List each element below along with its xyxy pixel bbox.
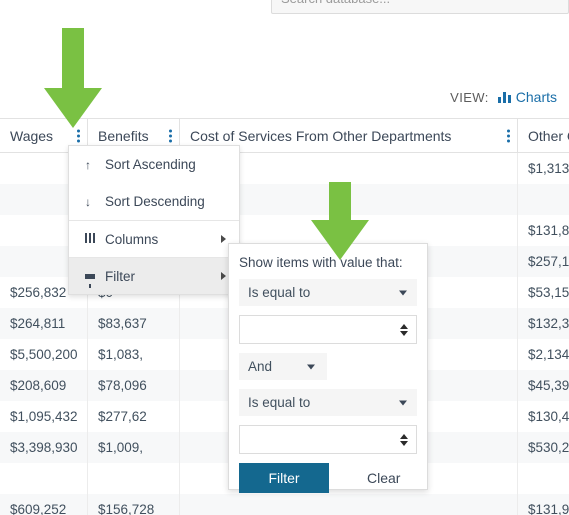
chevron-down-icon (399, 290, 407, 295)
chevron-down-icon (399, 400, 407, 405)
table-cell-benefits: $277,62 (88, 401, 180, 432)
filter-operator-2-select[interactable]: Is equal to (239, 389, 417, 416)
table-cell-wages: $3,398,930 (0, 432, 88, 463)
table-cell-wages: $264,811 (0, 308, 88, 339)
column-header-label: Cost of Services From Other Departments (190, 127, 452, 144)
table-cell-benefits: $78,096 (88, 370, 180, 401)
view-label: VIEW: (450, 89, 489, 105)
table-cell-benefits: $83,637 (88, 308, 180, 339)
table-row[interactable]: $609,252$156,728 $131,937 (0, 494, 569, 515)
search-clip-mask (271, 14, 569, 22)
filter-operator-1-select[interactable]: Is equal to (239, 279, 417, 306)
table-cell-benefits (88, 463, 180, 494)
table-cell-wages: $5,500,200 (0, 339, 88, 370)
filter-operator-1-value: Is equal to (248, 285, 311, 300)
menu-item-label: Columns (105, 231, 159, 247)
menu-item-filter[interactable]: Filter (69, 257, 239, 294)
funnel-icon (85, 269, 101, 288)
spinner-icon[interactable] (399, 323, 408, 336)
table-cell-benefits: $1,009, (88, 432, 180, 463)
menu-item-label: Filter (105, 268, 135, 284)
table-cell-wages: $208,609 (0, 370, 88, 401)
view-toolbar: VIEW: Charts (450, 89, 557, 105)
arrow-up-icon: ↑ (85, 157, 91, 172)
table-cell-other (518, 184, 569, 215)
search-placeholder: Search database... (281, 0, 390, 6)
kebab-menu-icon[interactable] (506, 127, 510, 144)
filter-value-2-input[interactable] (239, 425, 417, 454)
table-cell-other: $530,252 (528, 440, 569, 455)
annotation-arrow-down-filter (305, 182, 375, 260)
table-cell-other: $132,399 (528, 316, 569, 331)
table-cell-other: $53,150 (528, 285, 569, 300)
bar-chart-icon (497, 91, 511, 103)
filter-apply-button[interactable]: Filter (239, 463, 329, 493)
filter-operator-2-value: Is equal to (248, 395, 311, 410)
filter-logic-select[interactable]: And (239, 353, 327, 380)
table-cell-other: $45,393 (528, 378, 569, 393)
table-cell-other: $131,829 (528, 223, 569, 238)
annotation-arrow-down-menu (38, 28, 108, 128)
chevron-down-icon (307, 364, 315, 369)
kebab-menu-icon[interactable] (168, 127, 172, 144)
table-cell-wages: $1,095,432 (0, 401, 88, 432)
table-cell-benefits: $1,083, (88, 339, 180, 370)
table-cell-cost (180, 494, 518, 515)
menu-item-sort-descending[interactable]: ↓ Sort Descending (69, 183, 239, 220)
columns-icon (85, 232, 101, 246)
chevron-right-icon (221, 235, 226, 243)
spinner-icon[interactable] (399, 433, 408, 446)
menu-item-sort-ascending[interactable]: ↑ Sort Ascending (69, 146, 239, 183)
table-cell-other: $257,113 (528, 254, 569, 269)
column-header-label: Benefits (98, 127, 149, 144)
table-cell-other: $131,937 (528, 502, 569, 515)
table-cell-other: $2,134,2 (528, 347, 569, 362)
kebab-menu-icon[interactable] (76, 127, 80, 144)
column-header-label: Other C (528, 127, 569, 144)
charts-view-label: Charts (515, 89, 557, 105)
table-cell-wages: $609,252 (0, 494, 88, 515)
table-cell-benefits: $156,728 (88, 494, 180, 515)
chevron-right-icon (221, 272, 226, 280)
menu-item-label: Sort Ascending (105, 157, 196, 172)
filter-clear-button[interactable]: Clear (361, 469, 406, 487)
table-cell-other: $130,479 (528, 409, 569, 424)
charts-view-link[interactable]: Charts (497, 89, 557, 105)
arrow-down-icon: ↓ (85, 194, 91, 209)
filter-popup-actions: Filter Clear (239, 463, 417, 493)
table-cell-other (518, 463, 569, 494)
filter-value-1-input[interactable] (239, 315, 417, 344)
menu-item-columns[interactable]: Columns (69, 220, 239, 257)
column-header-label: Wages (10, 127, 54, 144)
column-header-other-c[interactable]: Other C (518, 118, 569, 153)
table-cell-other: $1,313,7 (528, 161, 569, 176)
app-root: Search database... VIEW: Charts Wages Be… (0, 0, 569, 515)
filter-logic-value: And (248, 359, 273, 374)
menu-item-label: Sort Descending (105, 194, 205, 209)
column-context-menu: ↑ Sort Ascending ↓ Sort Descending Colum… (68, 145, 240, 295)
filter-popup: Show items with value that: Is equal to … (228, 243, 428, 493)
search-input[interactable]: Search database... (271, 0, 569, 14)
table-cell-wages (0, 463, 88, 494)
